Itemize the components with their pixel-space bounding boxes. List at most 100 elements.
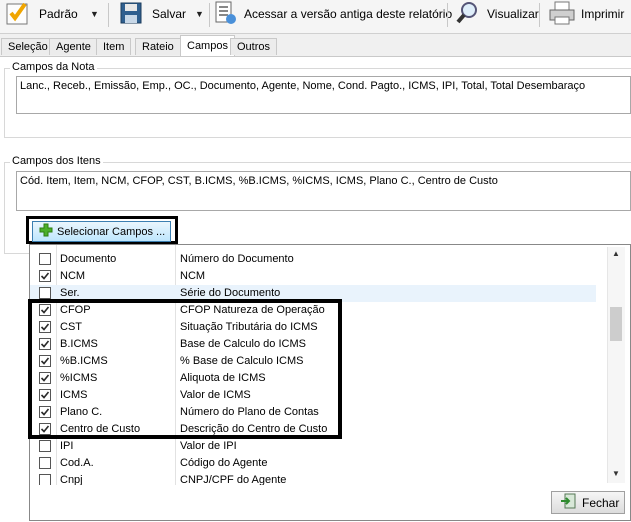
- tab-item[interactable]: Item: [96, 38, 132, 55]
- table-row[interactable]: NCM NCM: [30, 268, 596, 285]
- row-checkbox[interactable]: [39, 321, 51, 333]
- fechar-button[interactable]: Fechar: [551, 491, 625, 514]
- field-description-cell: Valor de ICMS: [180, 389, 251, 401]
- plus-icon: [39, 223, 53, 240]
- table-row[interactable]: Ser. Série do Documento: [30, 285, 596, 302]
- campos-nota-field[interactable]: Lanc., Receb., Emissão, Emp., OC., Docum…: [16, 76, 631, 114]
- dropdown-arrow-icon: ▼: [195, 9, 204, 19]
- field-description-cell: Base de Calculo do ICMS: [180, 338, 306, 350]
- table-row[interactable]: IPI Valor de IPI: [30, 438, 596, 455]
- field-description-cell: Código do Agente: [180, 457, 268, 469]
- visualizar-button[interactable]: Visualizar: [455, 0, 539, 28]
- row-checkbox[interactable]: [39, 304, 51, 316]
- visualizar-label: Visualizar: [487, 7, 539, 21]
- field-name-cell: B.ICMS: [60, 338, 98, 350]
- table-row[interactable]: ICMS Valor de ICMS: [30, 387, 596, 404]
- selecionar-campos-button[interactable]: Selecionar Campos ...: [32, 221, 171, 242]
- field-description-cell: CFOP Natureza de Operação: [180, 304, 325, 316]
- versao-antiga-label: Acessar a versão antiga deste relatório: [244, 7, 453, 21]
- padrao-dropdown[interactable]: ▼: [90, 0, 99, 28]
- row-checkbox[interactable]: [39, 287, 51, 299]
- imprimir-button[interactable]: Imprimir: [547, 0, 624, 28]
- field-description-cell: CNPJ/CPF do Agente: [180, 474, 287, 485]
- row-checkbox[interactable]: [39, 270, 51, 282]
- row-checkbox[interactable]: [39, 423, 51, 435]
- field-name-cell: %ICMS: [60, 372, 98, 384]
- scroll-up-icon[interactable]: ▲: [612, 249, 620, 258]
- field-name-cell: Cnpj: [60, 474, 83, 485]
- salvar-label: Salvar: [152, 7, 187, 21]
- selecionar-campos-highlight: Selecionar Campos ...: [26, 216, 178, 244]
- tab-campos[interactable]: Campos: [180, 35, 235, 57]
- table-row[interactable]: %B.ICMS % Base de Calculo ICMS: [30, 353, 596, 370]
- field-description-cell: Série do Documento: [180, 287, 281, 299]
- field-name-cell: CFOP: [60, 304, 91, 316]
- toolbar: Padrão ▼ Salvar ▼ Acessar a versão antig…: [0, 0, 631, 34]
- field-description-cell: Situação Tributária do ICMS: [180, 321, 318, 333]
- field-name-cell: Centro de Custo: [60, 423, 141, 435]
- field-description-cell: Número do Documento: [180, 253, 294, 265]
- field-description-cell: Valor de IPI: [180, 440, 237, 452]
- dropdown-arrow-icon: ▼: [90, 9, 99, 19]
- imprimir-label: Imprimir: [581, 7, 625, 21]
- row-checkbox[interactable]: [39, 474, 51, 485]
- tab-outros[interactable]: Outros: [230, 38, 278, 55]
- table-row[interactable]: CST Situação Tributária do ICMS: [30, 319, 596, 336]
- field-name-cell: Plano C.: [60, 406, 103, 418]
- field-name-cell: Documento: [60, 253, 117, 265]
- table-row[interactable]: Cod.A. Código do Agente: [30, 455, 596, 472]
- table-row[interactable]: CFOP CFOP Natureza de Operação: [30, 302, 596, 319]
- field-name-cell: ICMS: [60, 389, 88, 401]
- salvar-button[interactable]: Salvar: [118, 0, 186, 28]
- field-name-cell: IPI: [60, 440, 74, 452]
- field-name-cell: Ser.: [60, 287, 80, 299]
- fechar-label: Fechar: [582, 495, 620, 510]
- field-grid: Documento Número do Documento NCM NCM Ser. Sé…: [30, 245, 596, 485]
- padrao-label: Padrão: [39, 7, 78, 21]
- row-checkbox[interactable]: [39, 440, 51, 452]
- field-description-cell: Aliquota de ICMS: [180, 372, 266, 384]
- selecionar-campos-label: Selecionar Campos ...: [57, 225, 166, 238]
- exit-icon: [560, 493, 576, 512]
- table-row[interactable]: Documento Número do Documento: [30, 251, 596, 268]
- row-checkbox[interactable]: [39, 389, 51, 401]
- field-name-cell: Cod.A.: [60, 457, 94, 469]
- field-name-cell: NCM: [60, 270, 86, 282]
- table-row[interactable]: Cnpj CNPJ/CPF do Agente: [30, 472, 596, 485]
- magnifier-icon: [455, 0, 481, 29]
- row-checkbox[interactable]: [39, 406, 51, 418]
- tab-strip: Seleção Agente Item Rateio Campos Outros: [0, 35, 631, 57]
- tab-rateio[interactable]: Rateio: [135, 38, 181, 55]
- row-checkbox[interactable]: [39, 355, 51, 367]
- field-description-cell: Descrição do Centro de Custo: [180, 423, 328, 435]
- versao-antiga-button[interactable]: Acessar a versão antiga deste relatório: [212, 0, 452, 28]
- row-checkbox[interactable]: [39, 457, 51, 469]
- row-checkbox[interactable]: [39, 372, 51, 384]
- tab-selecao[interactable]: Seleção: [1, 38, 55, 55]
- table-row[interactable]: Centro de Custo Descrição do Centro de Cu…: [30, 421, 596, 438]
- table-row[interactable]: B.ICMS Base de Calculo do ICMS: [30, 336, 596, 353]
- field-description-cell: NCM: [180, 270, 206, 282]
- field-name-cell: CST: [60, 321, 82, 333]
- report-icon: [212, 0, 238, 29]
- field-selection-popup: Documento Número do Documento NCM NCM Ser. Sé…: [29, 244, 631, 521]
- tab-agente[interactable]: Agente: [49, 38, 98, 55]
- row-checkbox[interactable]: [39, 338, 51, 350]
- field-description-cell: Número do Plano de Contas: [180, 406, 319, 418]
- checklist-icon: [5, 0, 33, 29]
- table-row[interactable]: Plano C. Número do Plano de Contas: [30, 404, 596, 421]
- printer-icon: [547, 0, 577, 29]
- field-description-cell: % Base de Calculo ICMS: [180, 355, 304, 367]
- field-name-cell: %B.ICMS: [60, 355, 108, 367]
- campos-itens-field[interactable]: Cód. Item, Item, NCM, CFOP, CST, B.ICMS,…: [16, 171, 631, 211]
- salvar-dropdown[interactable]: ▼: [195, 0, 204, 28]
- vertical-scrollbar[interactable]: ▲ ▼: [607, 247, 625, 483]
- campos-nota-title: Campos da Nota: [10, 61, 97, 73]
- scrollbar-thumb[interactable]: [610, 307, 622, 341]
- row-checkbox[interactable]: [39, 253, 51, 265]
- table-row[interactable]: %ICMS Aliquota de ICMS: [30, 370, 596, 387]
- padrao-button[interactable]: Padrão: [5, 0, 78, 28]
- save-icon: [118, 0, 144, 29]
- scroll-down-icon[interactable]: ▼: [612, 469, 620, 478]
- campos-itens-title: Campos dos Itens: [10, 155, 103, 167]
